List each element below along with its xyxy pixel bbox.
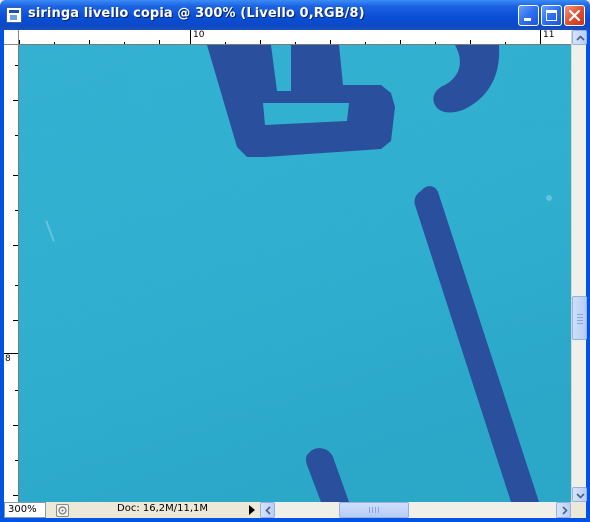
scroll-left-button[interactable] <box>260 502 275 518</box>
horizontal-scroll-thumb[interactable] <box>339 502 409 518</box>
photoshop-document-icon[interactable] <box>6 7 22 23</box>
arrow-right-icon <box>562 506 568 515</box>
zoom-level-field[interactable]: 300% <box>4 502 46 518</box>
horizontal-scrollbar[interactable] <box>260 502 571 518</box>
close-button[interactable] <box>564 5 585 26</box>
hruler-label-11: 11 <box>543 30 555 40</box>
vertical-scroll-thumb[interactable] <box>572 296 587 340</box>
minimize-button[interactable] <box>518 5 539 26</box>
hruler-label-10: 10 <box>193 30 205 40</box>
maximize-button[interactable] <box>541 5 562 26</box>
status-info-icon[interactable] <box>56 504 69 517</box>
horizontal-ruler[interactable]: 10 11 <box>19 30 571 45</box>
vertical-ruler[interactable]: 8 <box>4 45 19 502</box>
title-bar[interactable]: siringa livello copia @ 300% (Livello 0,… <box>0 0 590 30</box>
canvas-grain <box>19 45 571 502</box>
maximize-icon <box>546 10 557 21</box>
scroll-right-button[interactable] <box>556 502 571 518</box>
resize-grip[interactable] <box>571 502 586 518</box>
image-canvas[interactable] <box>19 45 571 502</box>
vertical-ruler-ticks <box>4 65 18 496</box>
syringe-image <box>19 45 571 502</box>
document-window: siringa livello copia @ 300% (Livello 0,… <box>0 0 590 522</box>
window-title: siringa livello copia @ 300% (Livello 0,… <box>28 6 365 21</box>
play-arrow-icon[interactable] <box>246 504 258 516</box>
minimize-icon <box>524 18 531 21</box>
arrow-left-icon <box>265 506 271 515</box>
horizontal-ruler-ticks <box>19 30 541 44</box>
ruler-origin[interactable] <box>4 30 19 45</box>
arrow-down-icon <box>576 493 585 499</box>
status-bar: 300% Doc: 16,2M/11,1M <box>4 502 586 518</box>
document-size-info: Doc: 16,2M/11,1M <box>117 503 209 514</box>
vertical-scrollbar[interactable] <box>571 30 587 502</box>
scroll-down-button[interactable] <box>572 487 587 502</box>
close-icon <box>568 9 581 22</box>
arrow-up-icon <box>576 35 585 41</box>
document-client-area: 10 11 8 300% Doc: 16,2M/11,1M <box>4 30 587 518</box>
scroll-up-button[interactable] <box>572 30 587 45</box>
vruler-label-8: 8 <box>5 354 11 364</box>
